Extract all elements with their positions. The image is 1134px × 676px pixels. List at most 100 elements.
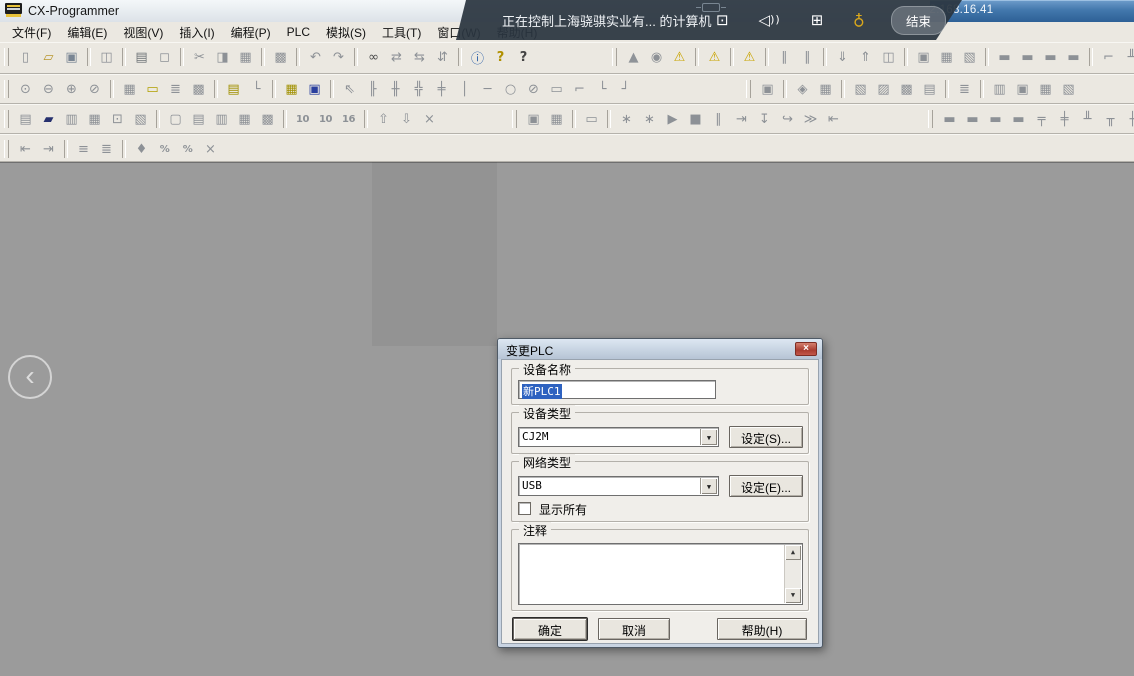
network-type-select[interactable]: USB ▼ (518, 476, 719, 496)
data-trace-icon[interactable]: ╨ (1121, 47, 1134, 67)
zoom-small-icon[interactable]: ⊙ (15, 79, 36, 99)
find-report-icon[interactable]: ⇆ (409, 47, 430, 67)
chevron-down-icon[interactable]: ▼ (700, 429, 717, 445)
redo-icon[interactable]: ↷ (328, 47, 349, 67)
sim-pause-icon[interactable]: ∥ (708, 109, 729, 129)
chevron-down-icon[interactable]: ▼ (700, 478, 717, 494)
monitor-window-2-icon[interactable]: ▬ (1017, 47, 1038, 67)
build-icon[interactable]: ▰ (38, 109, 59, 129)
ok-button[interactable]: 确定 (513, 618, 587, 640)
paste-icon[interactable]: ▦ (235, 47, 256, 67)
line-connect-icon[interactable]: └ (592, 79, 613, 99)
plc-memory-icon[interactable]: ▤ (188, 109, 209, 129)
save-icon[interactable]: ▣ (61, 47, 82, 67)
net-view-2-icon[interactable]: ▬ (962, 109, 983, 129)
style-percent-1-icon[interactable]: % (154, 139, 175, 159)
workspace-window-icon[interactable]: ▤ (15, 109, 36, 129)
scroll-up-icon[interactable]: ▲ (785, 545, 801, 560)
info-icon[interactable]: ⓘ (467, 47, 488, 67)
edit-comment-icon[interactable]: ▭ (142, 79, 163, 99)
window-layout-icon[interactable]: ▣ (757, 79, 778, 99)
simulator-comment-icon[interactable]: ▭ (581, 109, 602, 129)
data-editor-icon[interactable]: ▦ (234, 109, 255, 129)
work-online-simulator-icon[interactable]: ⚠ (669, 47, 690, 67)
sim-stop-icon[interactable]: ■ (685, 109, 706, 129)
indent-left-icon[interactable]: ⇤ (15, 139, 36, 159)
calendar-icon[interactable]: ▦ (815, 79, 836, 99)
panel-4-icon[interactable]: ▧ (1058, 79, 1079, 99)
style-mark-icon[interactable]: ♦ (131, 139, 152, 159)
contact-no-icon[interactable]: ╟ (362, 79, 383, 99)
paste-mnemonic-icon[interactable]: ▩ (270, 47, 291, 67)
back-button[interactable]: ‹ (8, 355, 52, 399)
compare-with-plc-icon[interactable]: ◫ (878, 47, 899, 67)
net-tool-1-icon[interactable]: ╤ (1031, 109, 1052, 129)
indent-right-icon[interactable]: ⇥ (38, 139, 59, 159)
inverse-icon[interactable]: ⌐ (569, 79, 590, 99)
cancel-button[interactable]: 取消 (598, 618, 670, 640)
close-icon[interactable]: × (795, 342, 817, 356)
watch-add-icon[interactable]: ▧ (850, 79, 871, 99)
menu-item-edit[interactable]: 编辑(E) (59, 22, 115, 43)
device-name-input[interactable]: 新PLC1 (518, 380, 716, 399)
menu-item-tools[interactable]: 工具(T) (374, 22, 429, 43)
simulator-window-icon[interactable]: ▣ (523, 109, 544, 129)
watch-window-icon[interactable]: ▦ (84, 109, 105, 129)
rung-list-1-icon[interactable]: ≡ (73, 139, 94, 159)
panel-2-icon[interactable]: ▣ (1012, 79, 1033, 99)
split-screen-icon[interactable]: ⊞ (811, 11, 824, 29)
watch-refresh-icon[interactable]: ▩ (896, 79, 917, 99)
signed-decimal-10-icon[interactable]: 10 (315, 109, 336, 129)
symbol-table-icon[interactable]: ▦ (281, 79, 302, 99)
decimal-10-icon[interactable]: 10 (292, 109, 313, 129)
continuous-run-icon[interactable]: ≫ (800, 109, 821, 129)
monitor-data-icon[interactable]: ▩ (188, 79, 209, 99)
scan-run-icon[interactable]: ⇤ (823, 109, 844, 129)
print-icon[interactable]: ▤ (131, 47, 152, 67)
net-tool-3-icon[interactable]: ╨ (1077, 109, 1098, 129)
menu-item-plc[interactable]: PLC (279, 23, 318, 41)
send-changes-icon[interactable]: ▧ (959, 47, 980, 67)
net-view-1-icon[interactable]: ▬ (939, 109, 960, 129)
hex-16-icon[interactable]: 16 (338, 109, 359, 129)
ladder-view-icon[interactable]: ▤ (223, 79, 244, 99)
replace-icon[interactable]: ⇄ (386, 47, 407, 67)
zoom-in-icon[interactable]: ⊕ (61, 79, 82, 99)
panel-3-icon[interactable]: ▦ (1035, 79, 1056, 99)
contact-or-nc-icon[interactable]: ╪ (431, 79, 452, 99)
device-type-select[interactable]: CJ2M ▼ (518, 427, 719, 447)
end-session-button[interactable]: 结束 (891, 6, 946, 35)
force-on-icon[interactable]: ⇧ (373, 109, 394, 129)
properties-icon[interactable]: ▧ (130, 109, 151, 129)
help-button[interactable]: 帮助(H) (717, 618, 807, 640)
pin-icon[interactable]: ♀ (853, 11, 865, 30)
net-tool-4-icon[interactable]: ╥ (1100, 109, 1121, 129)
device-type-settings-button[interactable]: 设定(S)... (729, 426, 803, 448)
io-comment-view-icon[interactable]: ▣ (304, 79, 325, 99)
menu-item-view[interactable]: 视图(V) (115, 22, 171, 43)
symbol-list-icon[interactable]: ≣ (954, 79, 975, 99)
coil-icon[interactable]: ○ (500, 79, 521, 99)
transfer-from-plc-icon[interactable]: ⇑ (855, 47, 876, 67)
monitor-window-3-icon[interactable]: ▬ (1040, 47, 1061, 67)
cut-icon[interactable]: ✂ (189, 47, 210, 67)
watch-insert-icon[interactable]: ▤ (919, 79, 940, 99)
new-file-icon[interactable]: ▯ (15, 47, 36, 67)
net-tool-2-icon[interactable]: ╪ (1054, 109, 1075, 129)
toggle-plc-monitoring-icon[interactable]: ⚠ (704, 47, 725, 67)
select-mode-icon[interactable]: ⇖ (339, 79, 360, 99)
style-clear-icon[interactable]: × (200, 139, 221, 159)
horizontal-line-icon[interactable]: ─ (477, 79, 498, 99)
memory-card-icon[interactable]: ▥ (211, 109, 232, 129)
panel-1-icon[interactable]: ▥ (989, 79, 1010, 99)
output-window-icon[interactable]: ▥ (61, 109, 82, 129)
comment-textarea[interactable]: ▲ ▼ (518, 543, 803, 605)
style-percent-2-icon[interactable]: % (177, 139, 198, 159)
scroll-down-icon[interactable]: ▼ (785, 588, 801, 603)
undo-icon[interactable]: ↶ (305, 47, 326, 67)
instruction-icon[interactable]: ▭ (546, 79, 567, 99)
contact-or-no-icon[interactable]: ╬ (408, 79, 429, 99)
pause-monitoring-icon[interactable]: ∥ (774, 47, 795, 67)
simulator-settings-icon[interactable]: ▦ (546, 109, 567, 129)
show-all-checkbox[interactable] (518, 502, 531, 515)
